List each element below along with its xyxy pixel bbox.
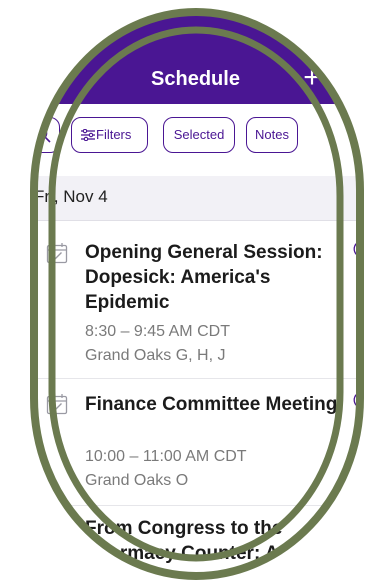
calendar-check-icon[interactable] [46, 242, 68, 264]
schedule-screen: Schedule + Filters Selected Notes Fri, N… [0, 0, 391, 586]
top-nav-bar: Schedule + [0, 0, 391, 104]
search-button[interactable] [0, 117, 60, 153]
calendar-check-icon[interactable] [46, 393, 68, 415]
filter-toolbar: Filters Selected Notes [0, 117, 391, 155]
session-row[interactable]: Finance Committee Meeting 10:00 – 11:00 … [0, 379, 391, 506]
session-title: Opening General Session: Dopesick: Ameri… [85, 242, 323, 313]
calendar-check-icon[interactable] [46, 518, 68, 540]
session-title: From Congress to the Pharmacy Counter: A [85, 518, 283, 564]
session-room: Grand Oaks O [85, 472, 189, 489]
notes-button[interactable]: Notes [246, 117, 298, 153]
session-row[interactable]: Opening General Session: Dopesick: Ameri… [0, 220, 391, 379]
selected-button[interactable]: Selected [163, 117, 235, 153]
chevron-right-circle-icon[interactable] [353, 240, 371, 258]
filters-label: Filters [96, 127, 132, 142]
add-button[interactable]: + [299, 60, 325, 96]
session-time: 10:00 – 11:00 AM CDT [85, 448, 247, 465]
sliders-icon [81, 129, 95, 141]
date-section-header: Fri, Nov 4 [0, 176, 391, 221]
page-title: Schedule [151, 68, 240, 90]
session-time: 8:30 – 9:45 AM CDT [85, 323, 230, 340]
session-room: Grand Oaks G, H, J [85, 347, 226, 364]
filters-button[interactable]: Filters [71, 117, 148, 153]
chevron-right-circle-icon[interactable] [353, 391, 371, 409]
date-label: Fri, Nov 4 [34, 187, 108, 206]
search-icon [35, 127, 51, 143]
session-row[interactable]: From Congress to the Pharmacy Counter: A [0, 506, 391, 586]
session-title: Finance Committee Meeting [85, 394, 338, 415]
